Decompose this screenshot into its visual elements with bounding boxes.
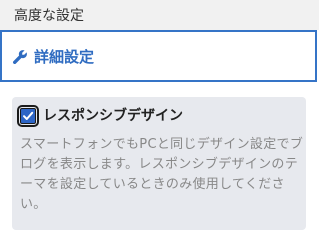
section-title: 高度な設定 — [14, 8, 84, 24]
wrench-icon — [12, 49, 28, 65]
responsive-design-option: レスポンシブデザイン スマートフォンでもPCと同じデザイン設定でブログを表示しま… — [12, 97, 306, 230]
advanced-settings-link[interactable]: 詳細設定 — [0, 30, 317, 82]
responsive-design-checkbox[interactable] — [17, 105, 39, 127]
section-header: 高度な設定 — [0, 0, 319, 30]
advanced-settings-label: 詳細設定 — [34, 48, 95, 66]
responsive-design-description: スマートフォンでもPCと同じデザイン設定でブログを表示します。レスポンシブデザイ… — [20, 137, 304, 212]
checkmark-icon — [23, 111, 34, 120]
responsive-design-title: レスポンシブデザイン — [43, 108, 183, 124]
